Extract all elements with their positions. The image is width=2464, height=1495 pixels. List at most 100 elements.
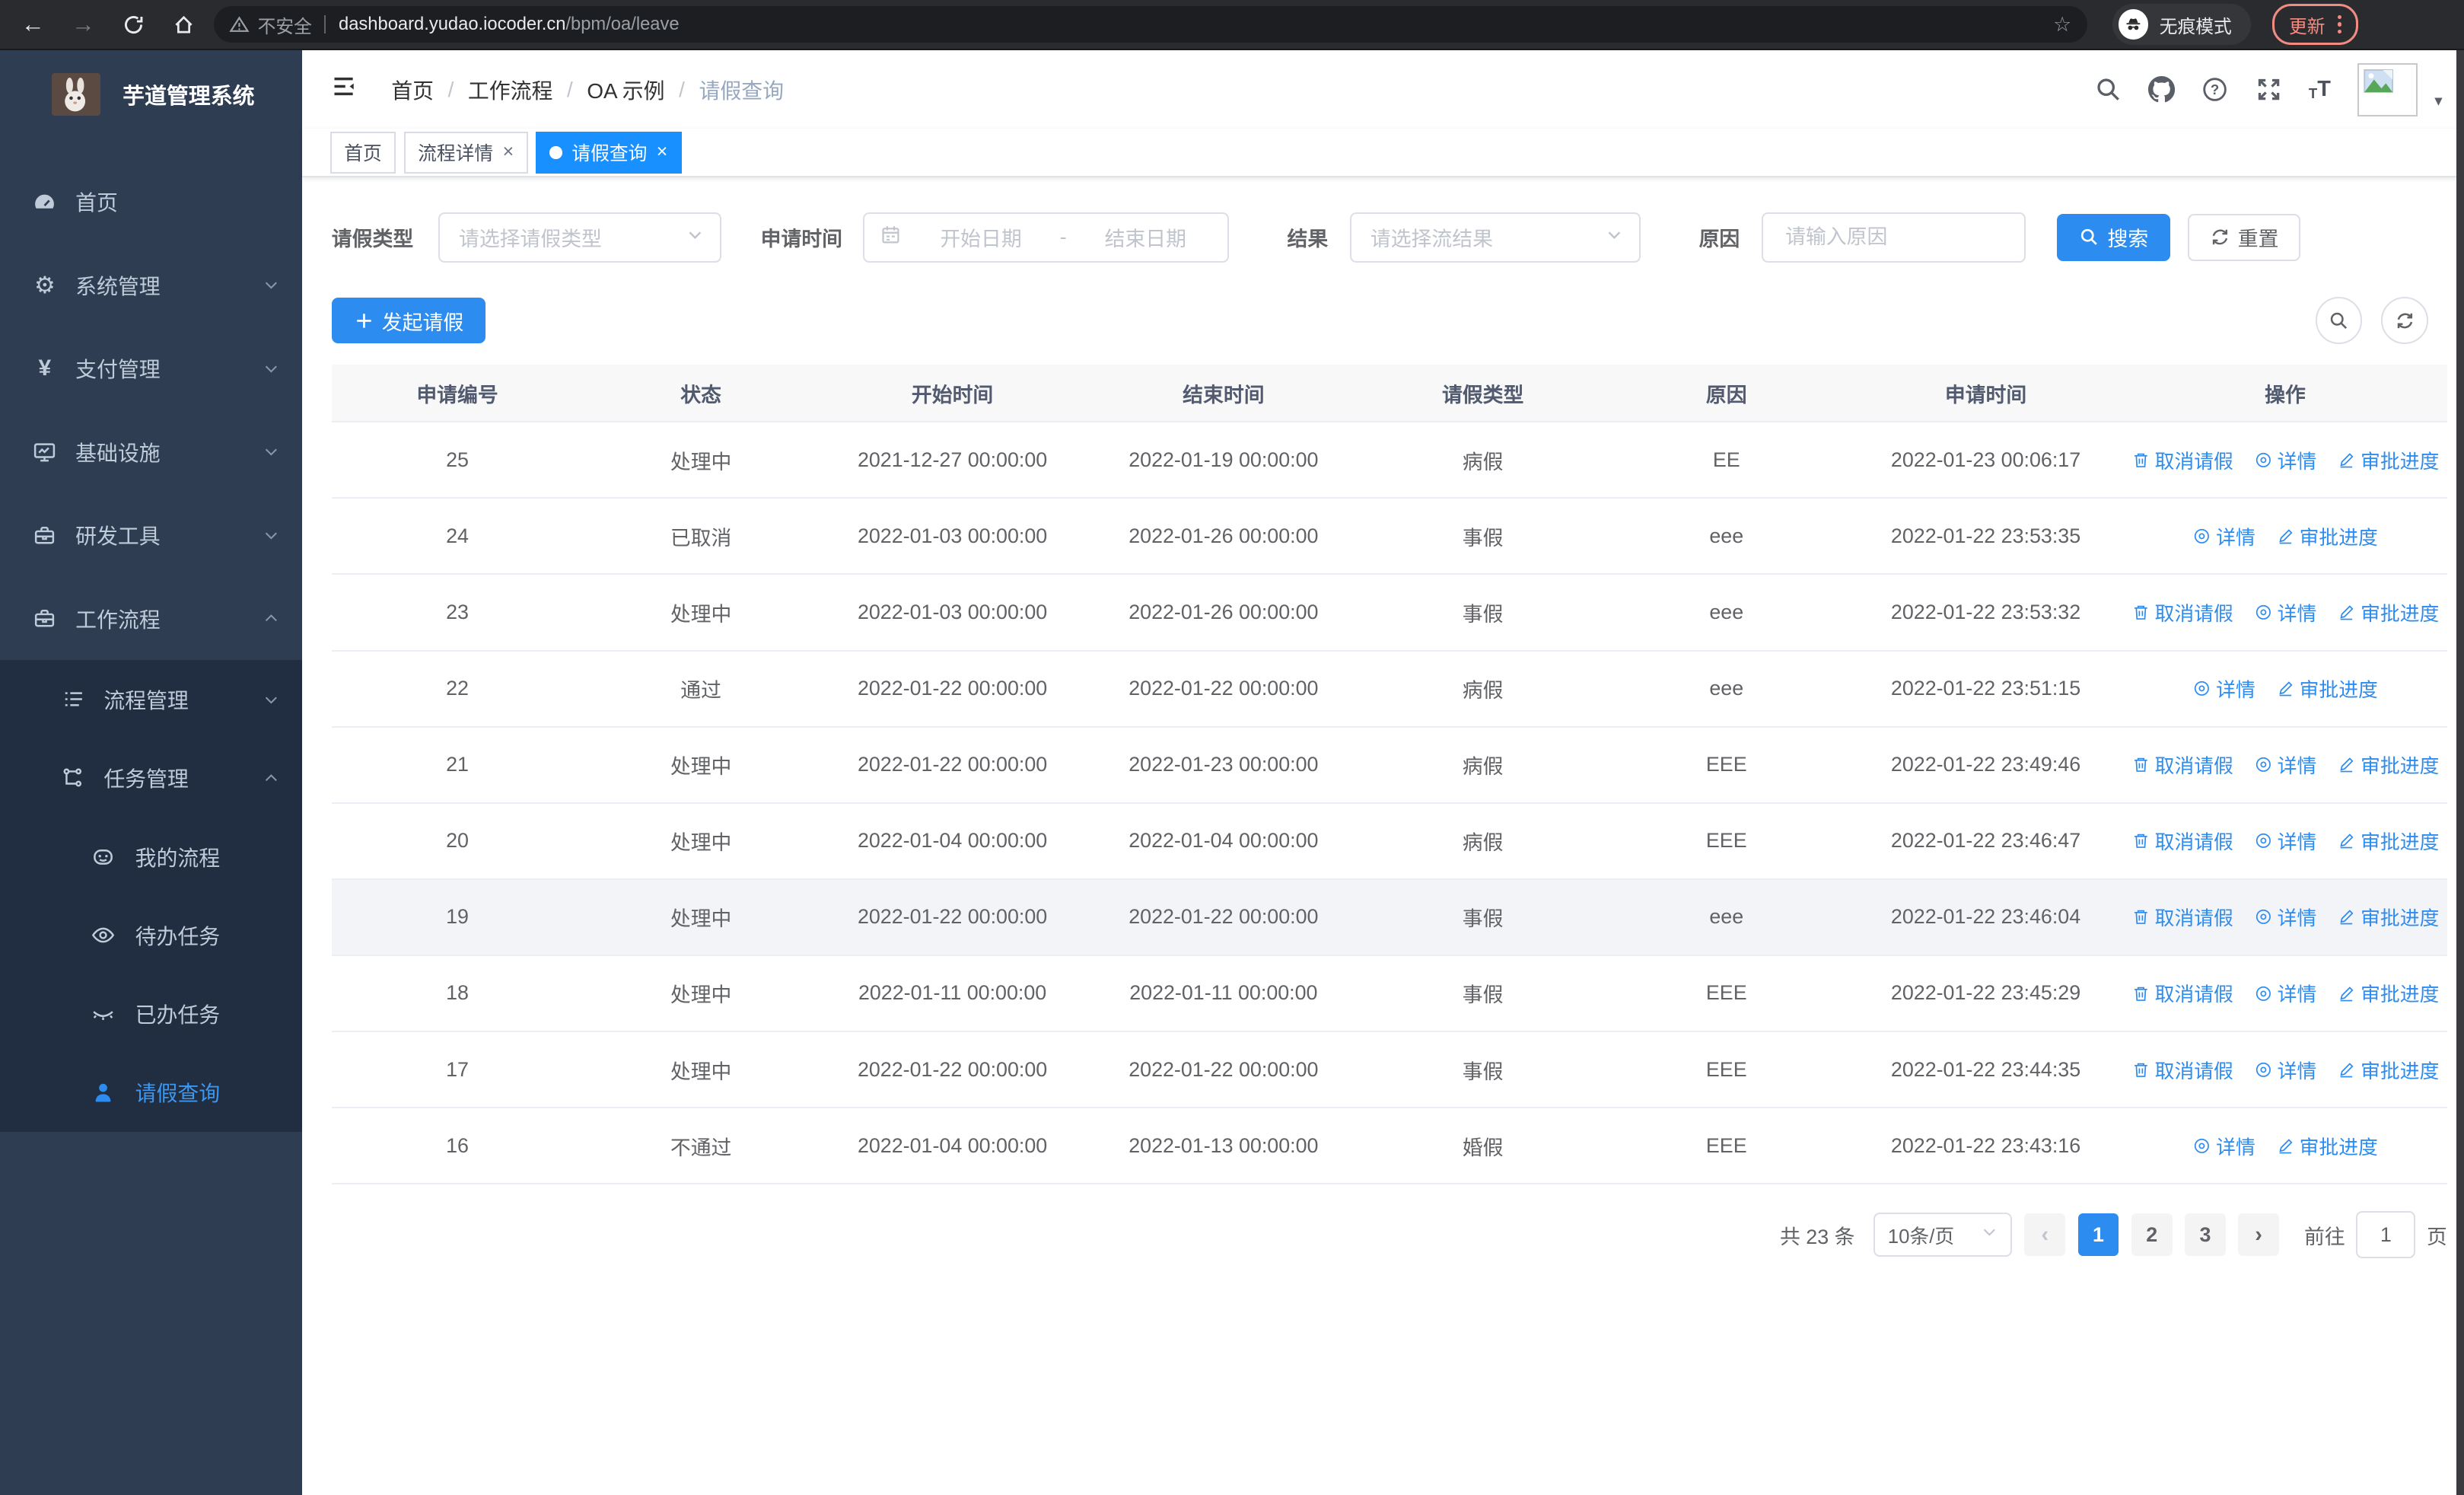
action-progress-link[interactable]: 审批进度 [2337,446,2439,474]
close-icon[interactable]: × [657,142,667,163]
action-cancel-link[interactable]: 取消请假 [2131,979,2233,1007]
result-select[interactable]: 请选择流结果 [1350,212,1641,263]
fullscreen-icon[interactable] [2255,76,2282,103]
action-detail-link[interactable]: 详情 [2254,903,2316,931]
sidebar-subitem-4[interactable]: 已办任务 [0,974,302,1053]
browser-home-icon[interactable] [164,4,205,45]
sidebar-collapse-icon[interactable] [330,73,357,107]
action-progress-link[interactable]: 审批进度 [2337,827,2439,855]
apply-time-label: 申请时间 [760,228,842,251]
reason-field-wrap [1762,212,2026,263]
font-size-icon[interactable]: TT [2309,78,2331,100]
browser-back-icon[interactable]: ← [13,4,54,45]
leave-type-select[interactable]: 请选择请假类型 [438,212,721,263]
cell-status: 处理中 [670,1060,732,1083]
sidebar-subitem-5[interactable]: 请假查询 [0,1054,302,1132]
breadcrumb-item-0[interactable]: 首页 [391,75,434,105]
page-size-select[interactable]: 10条/页 [1873,1213,2012,1258]
reset-button[interactable]: 重置 [2187,213,2301,261]
avatar[interactable] [2357,62,2418,116]
action-cancel-link[interactable]: 取消请假 [2131,1056,2233,1084]
avatar-caret-icon[interactable]: ▾ [2434,91,2442,110]
toggle-search-button[interactable] [2315,297,2363,345]
help-icon[interactable]: ? [2201,76,2228,103]
eye-icon [90,923,116,948]
close-icon[interactable]: × [503,142,514,163]
cell-end: 2022-01-26 00:00:00 [1129,524,1319,547]
action-progress-link[interactable]: 审批进度 [2276,1132,2378,1160]
url-bar[interactable]: 不安全 dashboard.yudao.iocoder.cn/bpm/oa/le… [213,6,2087,43]
page-button-3[interactable]: 3 [2185,1213,2226,1257]
action-detail-link[interactable]: 详情 [2254,1056,2316,1084]
refresh-table-button[interactable] [2381,297,2429,345]
browser-forward-icon[interactable]: → [63,4,104,45]
chevron-down-icon [263,691,280,709]
github-icon[interactable] [2148,76,2176,103]
action-cancel-link[interactable]: 取消请假 [2131,751,2233,779]
action-progress-link[interactable]: 审批进度 [2337,979,2439,1007]
reason-input[interactable] [1781,224,2006,251]
browser-reload-icon[interactable] [113,4,154,45]
create-leave-button[interactable]: 发起请假 [331,298,486,344]
action-detail-link[interactable]: 详情 [2192,1132,2255,1160]
goto-label: 前往 [2304,1225,2345,1248]
action-detail-link[interactable]: 详情 [2192,674,2255,703]
cell-start: 2022-01-22 00:00:00 [857,1057,1048,1081]
action-cancel-link[interactable]: 取消请假 [2131,827,2233,855]
browser-update-button[interactable]: 更新 [2272,4,2358,45]
search-button[interactable]: 搜索 [2057,213,2171,261]
cell-reason: eee [1709,677,1744,700]
goto-page-input[interactable] [2356,1211,2416,1259]
refresh-icon [2397,313,2412,329]
action-detail-link[interactable]: 详情 [2254,979,2316,1007]
action-detail-link[interactable]: 详情 [2254,751,2316,779]
sidebar-item-5[interactable]: 工作流程 [0,577,302,660]
action-detail-link[interactable]: 详情 [2192,522,2255,550]
bookmark-star-icon[interactable]: ☆ [2053,13,2071,37]
action-progress-link[interactable]: 审批进度 [2337,751,2439,779]
sidebar-item-3[interactable]: 基础设施 [0,410,302,493]
search-icon[interactable] [2095,76,2122,103]
cell-actions: 取消请假 详情 审批进度 [2123,446,2446,474]
action-progress-link[interactable]: 审批进度 [2337,1056,2439,1084]
app-logo[interactable]: 芋道管理系统 [0,50,302,139]
view-icon [2254,907,2273,926]
action-detail-link[interactable]: 详情 [2254,827,2316,855]
sidebar-subitem-2[interactable]: 我的流程 [0,818,302,896]
sidebar-item-4[interactable]: 研发工具 [0,493,302,576]
page-button-2[interactable]: 2 [2131,1213,2173,1257]
cell-type: 事假 [1462,907,1504,931]
sidebar-item-2[interactable]: ¥ 支付管理 [0,327,302,410]
action-cancel-link[interactable]: 取消请假 [2131,903,2233,931]
action-progress-link[interactable]: 审批进度 [2276,674,2378,703]
yen-icon: ¥ [38,355,52,381]
sidebar-subitem-3[interactable]: 待办任务 [0,896,302,974]
action-progress-link[interactable]: 审批进度 [2337,903,2439,931]
security-status[interactable]: 不安全 [229,11,312,38]
tab-2[interactable]: 请假查询 × [535,131,682,174]
breadcrumb-item-1[interactable]: 工作流程 [468,75,553,105]
action-cancel-link[interactable]: 取消请假 [2131,446,2233,474]
main-area: 首页 / 工作流程 / OA 示例 / 请假查询 ? TT ▾ 首页 流程详情 × 请假查询 × [301,50,2464,1495]
breadcrumb-separator: / [567,77,573,101]
action-cancel-link[interactable]: 取消请假 [2131,598,2233,626]
next-page-button[interactable]: › [2238,1213,2279,1257]
action-progress-link[interactable]: 审批进度 [2276,522,2378,550]
tab-0[interactable]: 首页 [329,131,396,174]
prev-page-button[interactable]: ‹ [2024,1213,2066,1257]
apply-time-range-picker[interactable]: 开始日期 - 结束日期 [862,212,1230,263]
sidebar-item-1[interactable]: ⚙ 系统管理 [0,244,302,327]
cell-id: 20 [446,829,469,853]
update-label: 更新 [2289,16,2326,37]
sidebar-subitem-1[interactable]: 任务管理 [0,739,302,818]
action-progress-link[interactable]: 审批进度 [2337,598,2439,626]
cell-status: 处理中 [670,755,732,779]
breadcrumb-item-2[interactable]: OA 示例 [587,75,664,105]
action-detail-link[interactable]: 详情 [2254,446,2316,474]
sidebar-subitem-0[interactable]: 流程管理 [0,660,302,738]
browser-menu-icon[interactable] [2338,15,2342,33]
action-detail-link[interactable]: 详情 [2254,598,2316,626]
page-button-1[interactable]: 1 [2077,1213,2119,1257]
tab-1[interactable]: 流程详情 × [403,131,528,174]
sidebar-item-0[interactable]: 首页 [0,161,302,244]
